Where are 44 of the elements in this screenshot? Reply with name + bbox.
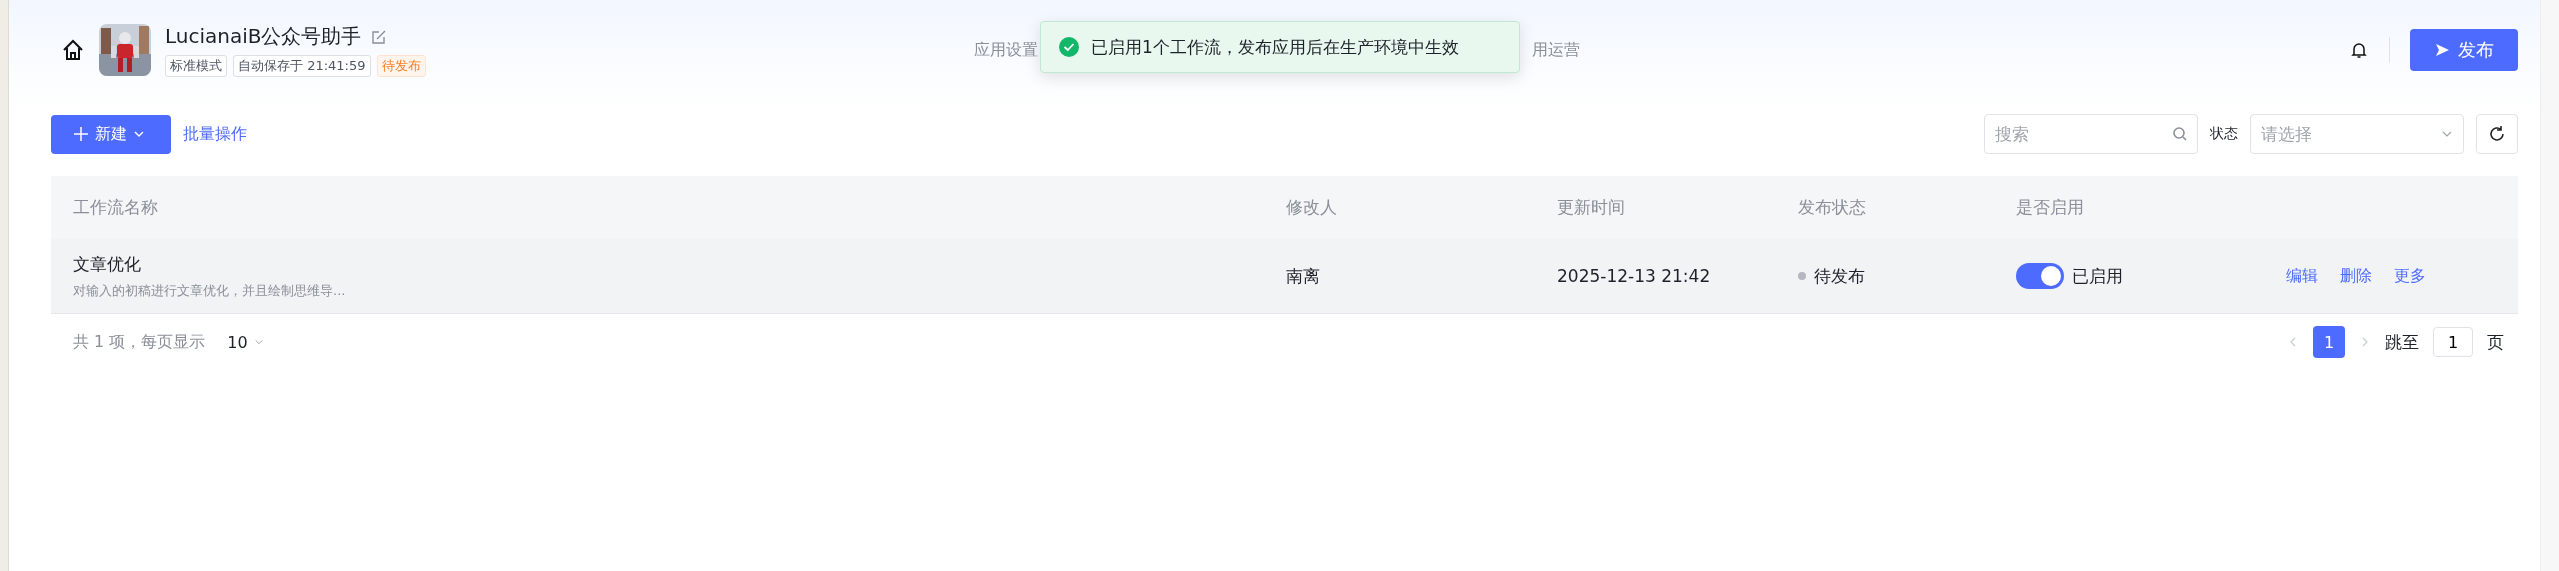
bell-icon[interactable] [2349, 40, 2369, 60]
status-label: 状态 [2210, 125, 2238, 143]
toast-message: 已启用1个工作流，发布应用后在生产环境中生效 [1091, 35, 1459, 59]
status-select[interactable]: 请选择 [2250, 114, 2464, 154]
page-button[interactable]: 1 [2313, 326, 2345, 358]
column-header: 发布状态 [1798, 196, 1867, 219]
toggle-switch[interactable] [2016, 263, 2064, 289]
column-header: 修改人 [1286, 196, 1338, 219]
refresh-icon [2487, 124, 2507, 144]
search-icon[interactable] [2172, 126, 2188, 142]
nav-tab[interactable]: 用运营 [1532, 39, 1580, 61]
jump-label: 跳至 [2385, 330, 2419, 354]
action-link[interactable]: 更多 [2394, 265, 2426, 287]
status-tag: 自动保存于 21:41:59 [233, 55, 371, 77]
search-field[interactable]: 搜索 [1984, 114, 2198, 154]
column-header: 是否启用 [2016, 196, 2085, 219]
edit-icon[interactable] [371, 28, 388, 45]
status-tag: 待发布 [376, 55, 426, 77]
batch-link[interactable]: 批量操作 [183, 123, 247, 145]
status-tag: 标准模式 [165, 55, 227, 77]
action-link[interactable]: 删除 [2340, 265, 2372, 287]
publish-status: 待发布 [1814, 264, 1865, 288]
app-title: LucianaiB公众号助手 [165, 23, 362, 50]
check-icon [1059, 37, 1079, 57]
refresh-button[interactable] [2476, 114, 2518, 154]
home-icon[interactable] [61, 38, 85, 62]
plus-icon [73, 126, 89, 142]
workflow-name: 文章优化 [73, 252, 142, 276]
page-size-select[interactable]: 10 [227, 332, 264, 352]
publish-button[interactable]: 发布 [2410, 29, 2518, 71]
table-cell-text: 南离 [1286, 264, 1321, 288]
send-icon [2434, 42, 2450, 58]
workflow-description: 对输入的初稿进行文章优化，并且绘制思维导... [73, 281, 347, 300]
table-cell-text: 2025-12-13 21:42 [1557, 266, 1712, 286]
action-link[interactable]: 编辑 [2286, 265, 2318, 287]
chevron-down-icon [253, 337, 264, 347]
column-header: 工作流名称 [73, 196, 159, 219]
new-button[interactable]: 新建 [51, 114, 171, 154]
page-input[interactable]: 1 [2433, 327, 2473, 357]
pagination-summary: 共 1 项，每页显示 [73, 331, 206, 353]
page-unit: 页 [2487, 330, 2504, 354]
nav-tab[interactable]: 应用设置 [974, 39, 1038, 61]
column-header: 更新时间 [1557, 196, 1626, 219]
toggle-label: 已启用 [2072, 264, 2123, 288]
